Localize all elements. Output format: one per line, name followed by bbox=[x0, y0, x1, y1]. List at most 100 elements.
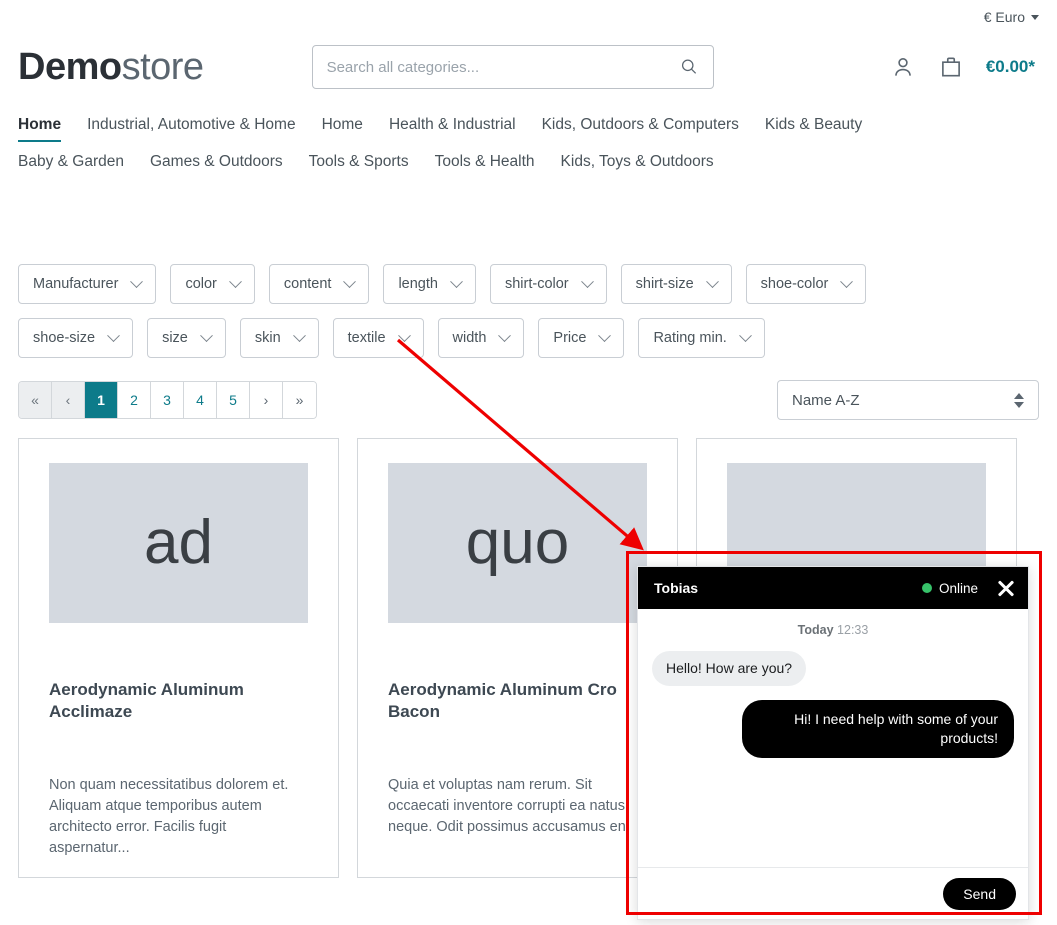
nav-item-health-industrial[interactable]: Health & Industrial bbox=[389, 116, 516, 142]
filter-label: content bbox=[283, 276, 332, 292]
chevron-down-icon bbox=[580, 274, 594, 288]
product-image-placeholder: quo bbox=[388, 463, 647, 623]
chevron-down-icon bbox=[738, 328, 752, 342]
nav-item-home[interactable]: Home bbox=[322, 116, 363, 142]
product-title[interactable]: Aerodynamic Aluminum Cro Bacon bbox=[388, 679, 647, 723]
chat-date-divider: Today 12:33 bbox=[652, 623, 1014, 637]
filter-color[interactable]: color bbox=[170, 264, 255, 304]
filter-textile[interactable]: textile bbox=[332, 318, 424, 358]
pagination-next[interactable]: › bbox=[250, 382, 283, 418]
filter-shoe-size[interactable]: shoe-size bbox=[18, 318, 134, 358]
product-image-placeholder: ad bbox=[49, 463, 308, 623]
filter-row-2: shoe-size size skin textile width Price … bbox=[18, 318, 1039, 358]
nav-item-tools-health[interactable]: Tools & Health bbox=[435, 153, 535, 171]
listing-toolbar: « ‹ 1 2 3 4 5 › » Name A-Z bbox=[0, 380, 1057, 420]
filter-label: skin bbox=[254, 330, 281, 346]
sort-select[interactable]: Name A-Z bbox=[777, 380, 1039, 420]
pagination-first[interactable]: « bbox=[19, 382, 52, 418]
pagination-last[interactable]: » bbox=[283, 382, 316, 418]
search-icon[interactable] bbox=[679, 57, 699, 77]
filter-shirt-size[interactable]: shirt-size bbox=[620, 264, 732, 304]
header-actions: €0.00* bbox=[890, 54, 1039, 80]
chevron-down-icon bbox=[130, 274, 144, 288]
close-icon[interactable] bbox=[996, 578, 1016, 598]
nav-item-games-outdoors[interactable]: Games & Outdoors bbox=[150, 153, 283, 171]
nav-item-home-active[interactable]: Home bbox=[18, 116, 62, 142]
pagination-page-1[interactable]: 1 bbox=[85, 382, 118, 418]
filter-length[interactable]: length bbox=[383, 264, 476, 304]
filter-price[interactable]: Price bbox=[538, 318, 625, 358]
currency-selector[interactable]: € Euro bbox=[984, 9, 1039, 25]
site-logo[interactable]: Demostore bbox=[18, 48, 204, 86]
chevron-down-icon bbox=[705, 274, 719, 288]
chat-message-list: Today 12:33 Hello! How are you? Hi! I ne… bbox=[638, 609, 1028, 867]
product-thumb-text: ad bbox=[144, 508, 213, 577]
filter-label: Rating min. bbox=[653, 330, 727, 346]
filter-label: size bbox=[162, 330, 188, 346]
logo-light-part: store bbox=[121, 46, 204, 88]
chevron-down-icon bbox=[498, 328, 512, 342]
pagination-prev[interactable]: ‹ bbox=[52, 382, 85, 418]
filter-label: shirt-size bbox=[635, 276, 694, 292]
pagination-page-5[interactable]: 5 bbox=[217, 382, 250, 418]
chat-status: Online bbox=[921, 580, 978, 596]
chevron-down-icon bbox=[598, 328, 612, 342]
nav-item-industrial-automotive-home[interactable]: Industrial, Automotive & Home bbox=[87, 116, 296, 142]
chevron-down-icon bbox=[199, 328, 213, 342]
filter-label: length bbox=[398, 276, 438, 292]
product-thumb-text: quo bbox=[465, 508, 570, 577]
chevron-down-icon bbox=[107, 328, 120, 342]
filter-label: Price bbox=[553, 330, 587, 346]
filter-label: shirt-color bbox=[504, 276, 569, 292]
user-icon[interactable] bbox=[890, 54, 916, 80]
filter-shirt-color[interactable]: shirt-color bbox=[489, 264, 607, 304]
filter-label: textile bbox=[347, 330, 386, 346]
filter-shoe-color[interactable]: shoe-color bbox=[745, 264, 867, 304]
nav-item-kids-toys-outdoors[interactable]: Kids, Toys & Outdoors bbox=[561, 153, 714, 171]
product-card[interactable]: ad Aerodynamic Aluminum Acclimaze Non qu… bbox=[18, 438, 339, 878]
filter-content[interactable]: content bbox=[268, 264, 370, 304]
search-input[interactable] bbox=[326, 58, 679, 76]
pagination-page-2[interactable]: 2 bbox=[118, 382, 151, 418]
bag-icon[interactable] bbox=[938, 54, 964, 80]
product-title[interactable]: Aerodynamic Aluminum Acclimaze bbox=[49, 679, 308, 723]
filter-manufacturer[interactable]: Manufacturer bbox=[18, 264, 157, 304]
nav-item-tools-sports[interactable]: Tools & Sports bbox=[309, 153, 409, 171]
product-description: Quia et voluptas nam rerum. Sit occaecat… bbox=[388, 777, 626, 836]
nav-row-primary: Home Industrial, Automotive & Home Home … bbox=[18, 100, 1039, 142]
page-root: € Euro Demostore €0.00* bbox=[0, 0, 1057, 925]
nav-item-baby-garden[interactable]: Baby & Garden bbox=[18, 153, 124, 171]
chevron-down-icon bbox=[397, 328, 411, 342]
main-navigation: Home Industrial, Automotive & Home Home … bbox=[0, 100, 1057, 182]
nav-item-kids-outdoors-computers[interactable]: Kids, Outdoors & Computers bbox=[542, 116, 739, 142]
filter-size[interactable]: size bbox=[147, 318, 226, 358]
chevron-down-icon bbox=[1031, 14, 1039, 20]
chat-input[interactable] bbox=[650, 885, 944, 902]
chat-date-label: Today bbox=[797, 623, 834, 637]
filter-label: shoe-color bbox=[760, 276, 829, 292]
pagination-page-3[interactable]: 3 bbox=[151, 382, 184, 418]
filter-width[interactable]: width bbox=[437, 318, 525, 358]
search-box[interactable] bbox=[311, 45, 714, 89]
send-button[interactable]: Send bbox=[943, 877, 1016, 910]
chat-header: Tobias Online bbox=[638, 567, 1028, 609]
currency-label: € Euro bbox=[983, 9, 1025, 25]
filter-label: Manufacturer bbox=[33, 276, 119, 292]
pagination-page-4[interactable]: 4 bbox=[184, 382, 217, 418]
chevron-down-icon bbox=[450, 274, 463, 288]
chat-message-row: Hi! I need help with some of your produc… bbox=[652, 699, 1014, 772]
sort-arrows-icon bbox=[1014, 392, 1024, 408]
nav-item-kids-beauty[interactable]: Kids & Beauty bbox=[765, 116, 862, 142]
chat-status-label: Online bbox=[938, 580, 978, 596]
nav-row-secondary: Baby & Garden Games & Outdoors Tools & S… bbox=[18, 142, 1039, 182]
chevron-down-icon bbox=[292, 328, 306, 342]
filter-rating-min[interactable]: Rating min. bbox=[638, 318, 765, 358]
logo-bold-part: Demo bbox=[18, 46, 122, 88]
chevron-down-icon bbox=[840, 274, 854, 288]
chat-message-incoming: Hello! How are you? bbox=[652, 651, 807, 686]
cart-total[interactable]: €0.00* bbox=[986, 57, 1035, 77]
product-card[interactable]: quo Aerodynamic Aluminum Cro Bacon Quia … bbox=[357, 438, 678, 878]
filter-skin[interactable]: skin bbox=[239, 318, 319, 358]
product-description: Non quam necessitatibus dolorem et. Aliq… bbox=[49, 777, 289, 857]
filter-label: shoe-size bbox=[33, 330, 96, 346]
